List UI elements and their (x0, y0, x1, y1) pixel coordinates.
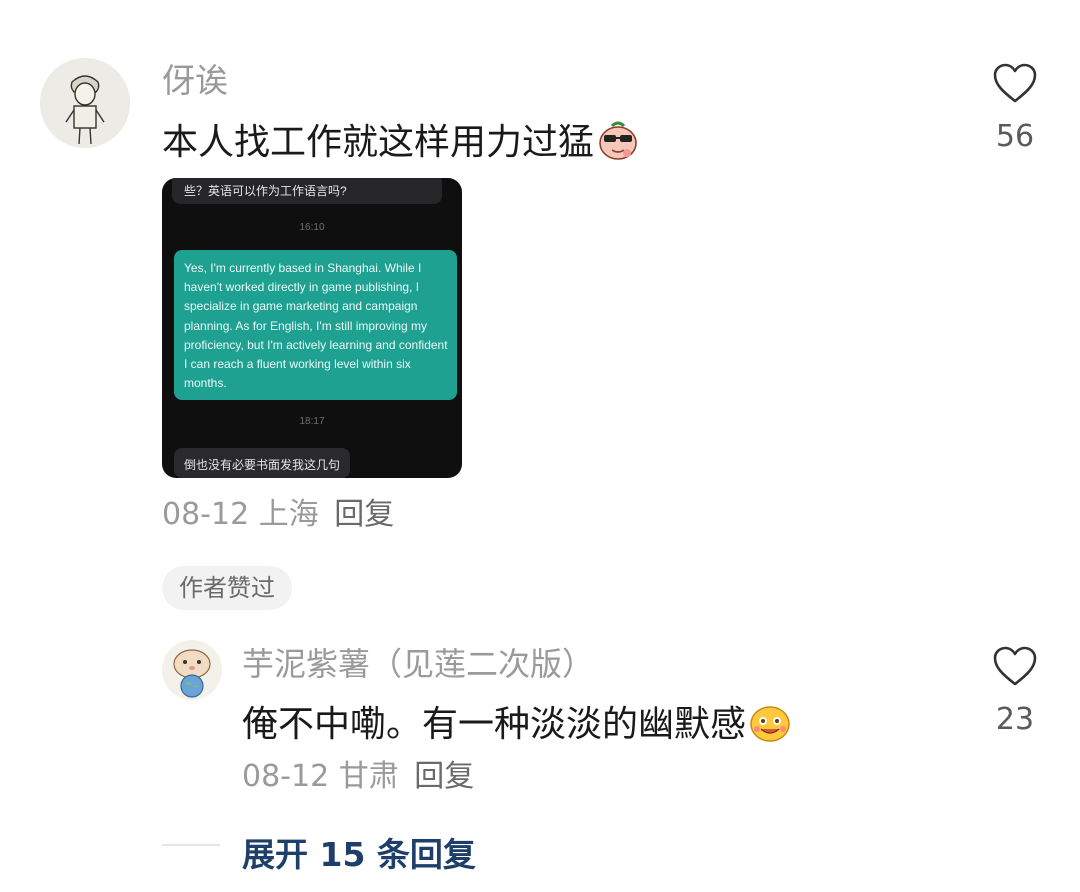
reply-date: 08-12 (242, 759, 330, 794)
reply-body: 俺不中嘞。有一种淡淡的幽默感 (242, 704, 747, 745)
chat-bubble-incoming: 些？英语可以作为工作语言吗? (172, 178, 442, 204)
chat-timestamp: 16:10 (299, 222, 325, 233)
expand-divider (162, 844, 220, 846)
expand-replies-link[interactable]: 展开 15 条回复 (242, 828, 476, 876)
commenter-username[interactable]: 伢诶 (162, 64, 228, 97)
reply-button[interactable]: 回复 (334, 497, 394, 532)
reply-button[interactable]: 回复 (414, 759, 474, 794)
chat-bubble-outgoing: Yes, I'm currently based in Shanghai. Wh… (174, 250, 457, 400)
comment-body: 本人找工作就这样用力过猛 (162, 122, 595, 163)
reply-location: 甘肃 (338, 759, 399, 794)
chat-timestamp: 18:17 (299, 416, 325, 427)
comment-date: 08-12 (162, 497, 250, 532)
like-button[interactable] (992, 645, 1038, 691)
reply-meta: 08-12 甘肃 回复 (242, 762, 474, 792)
sketch-boy-avatar-icon (40, 58, 130, 148)
heart-outline-icon (993, 63, 1037, 103)
like-count: 23 (995, 702, 1035, 737)
sunglasses-bean-emoji-icon (596, 118, 640, 169)
hamster-globe-avatar-icon (162, 640, 222, 700)
reply-username[interactable]: 芋泥紫薯（见莲二次版） (242, 648, 594, 680)
like-count: 56 (995, 119, 1035, 154)
comment-meta: 08-12 上海 回复 (162, 500, 394, 530)
comment-text: 本人找工作就这样用力过猛 (162, 118, 640, 169)
comment-location: 上海 (258, 497, 319, 532)
author-liked-badge: 作者赞过 (162, 566, 292, 610)
reply-text: 俺不中嘞。有一种淡淡的幽默感 (242, 700, 792, 751)
attached-chat-screenshot[interactable]: 些？英语可以作为工作语言吗? 16:10 Yes, I'm currently … (162, 178, 462, 478)
smiling-face-emoji-icon (748, 700, 792, 751)
reply-avatar[interactable] (162, 640, 222, 700)
heart-outline-icon (993, 646, 1037, 686)
like-button[interactable] (992, 62, 1038, 108)
chat-bubble-incoming: 倒也没有必要书面发我这几句 (174, 448, 351, 478)
commenter-avatar[interactable] (40, 58, 130, 148)
